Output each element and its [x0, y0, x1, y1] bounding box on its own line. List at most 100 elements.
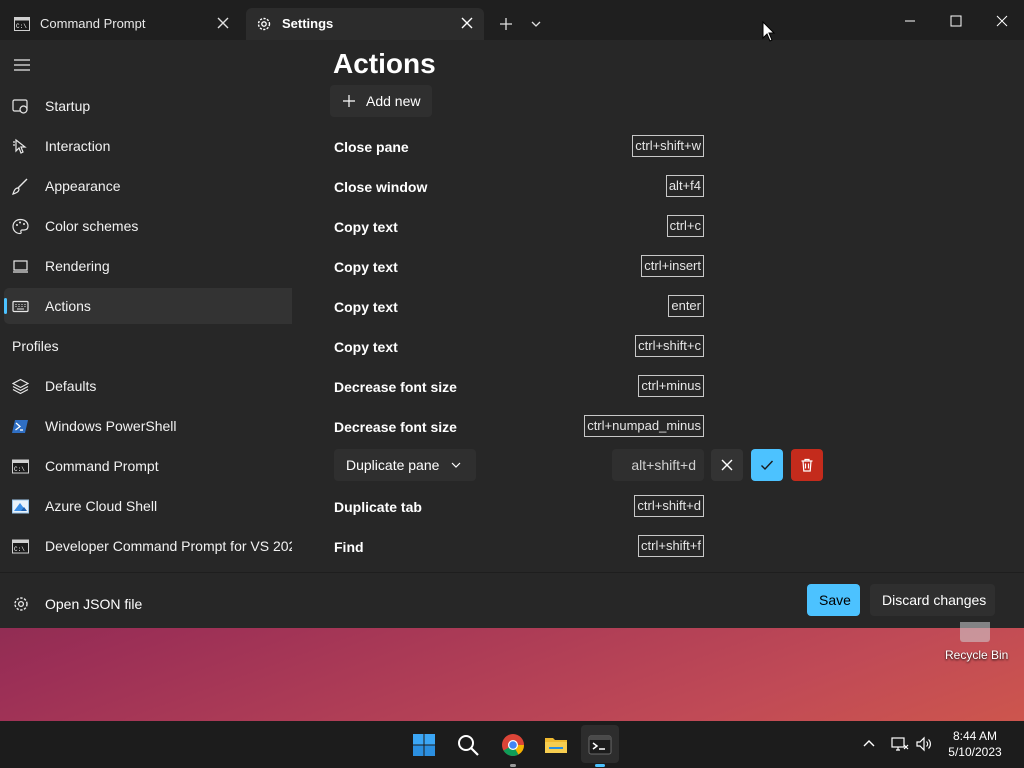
sidebar-item-developer-command-prompt[interactable]: C:\ Developer Command Prompt for VS 2022	[0, 528, 292, 564]
sidebar: Startup Interaction Appearance Color sch…	[0, 0, 292, 628]
cmd-icon: C:\	[12, 459, 29, 474]
taskbar: 8:44 AM 5/10/2023	[0, 721, 1024, 768]
action-name: Copy text	[334, 299, 398, 315]
sidebar-item-label: Appearance	[45, 178, 121, 194]
accept-edit-button[interactable]	[751, 449, 783, 481]
recycle-bin-icon	[960, 622, 990, 642]
open-json-label: Open JSON file	[45, 596, 143, 612]
network-icon[interactable]	[891, 735, 909, 753]
sidebar-item-label: Command Prompt	[45, 458, 159, 474]
keybinding: enter	[668, 295, 704, 317]
delete-action-button[interactable]	[791, 449, 823, 481]
action-name: Decrease font size	[334, 379, 457, 395]
keybinding: alt+f4	[665, 175, 704, 197]
close-window-icon[interactable]	[993, 12, 1011, 30]
gear-icon	[14, 597, 28, 611]
layers-icon	[12, 378, 29, 395]
sidebar-item-azure-cloud-shell[interactable]: Azure Cloud Shell	[0, 488, 292, 524]
running-indicator	[510, 764, 516, 767]
terminal-icon[interactable]	[588, 733, 612, 757]
sidebar-item-startup[interactable]: Startup	[0, 88, 292, 124]
recycle-bin-desktop-icon[interactable]: Recycle Bin	[940, 622, 1012, 668]
action-dropdown[interactable]: Duplicate pane	[334, 449, 476, 481]
new-tab-icon[interactable]	[498, 16, 514, 32]
keybinding: ctrl+shift+d	[634, 495, 704, 517]
chrome-icon[interactable]	[501, 733, 525, 757]
brush-icon	[12, 178, 28, 195]
keybinding: ctrl+shift+w	[632, 135, 704, 157]
cancel-edit-button[interactable]	[711, 449, 743, 481]
volume-icon[interactable]	[915, 735, 933, 753]
action-row[interactable]: Close window alt+f4	[334, 175, 704, 199]
terminal-window: C:\ Command Prompt Settings Startup Inte…	[0, 0, 1024, 628]
sidebar-item-label: Color schemes	[45, 218, 139, 234]
sidebar-item-label: Interaction	[45, 138, 111, 154]
sidebar-item-label: Developer Command Prompt for VS 2022	[45, 538, 292, 554]
clock-time: 8:44 AM	[952, 729, 998, 743]
file-explorer-icon[interactable]	[544, 733, 568, 757]
sidebar-item-label: Actions	[45, 298, 91, 314]
monitor-icon	[13, 260, 28, 273]
chevron-down-icon	[451, 462, 461, 468]
search-icon[interactable]	[456, 733, 480, 757]
action-row[interactable]: Close pane ctrl+shift+w	[334, 135, 704, 159]
action-row[interactable]: Duplicate tab ctrl+shift+d	[334, 495, 704, 519]
keybinding: ctrl+shift+f	[638, 535, 704, 557]
sidebar-item-color-schemes[interactable]: Color schemes	[0, 208, 292, 244]
add-new-button[interactable]: Add new	[330, 85, 432, 117]
checkmark-icon	[761, 460, 774, 471]
discard-changes-button[interactable]: Discard changes	[870, 584, 995, 616]
page-title: Actions	[333, 48, 436, 79]
taskbar-clock[interactable]: 8:44 AM 5/10/2023	[940, 728, 1010, 760]
close-icon	[721, 459, 733, 471]
save-button[interactable]: Save	[807, 584, 860, 616]
interaction-icon	[13, 138, 27, 154]
svg-text:C:\: C:\	[14, 466, 25, 473]
trash-icon	[801, 458, 813, 472]
sidebar-item-label: Rendering	[45, 258, 110, 274]
sidebar-item-rendering[interactable]: Rendering	[0, 248, 292, 284]
sidebar-item-label: Azure Cloud Shell	[45, 498, 158, 514]
sidebar-item-appearance[interactable]: Appearance	[0, 168, 292, 204]
clock-date: 5/10/2023	[948, 745, 1002, 759]
keybinding-input[interactable]: alt+shift+d	[612, 449, 704, 481]
save-label: Save	[819, 592, 851, 608]
chevron-down-icon[interactable]	[528, 16, 544, 32]
active-app-indicator	[595, 764, 605, 767]
palette-icon	[12, 218, 29, 235]
action-name: Duplicate tab	[334, 499, 422, 515]
action-row[interactable]: Copy text enter	[334, 295, 704, 319]
sidebar-item-label: Defaults	[45, 378, 97, 394]
action-row[interactable]: Decrease font size ctrl+minus	[334, 375, 704, 399]
action-row[interactable]: Decrease font size ctrl+numpad_minus	[334, 415, 704, 439]
discard-label: Discard changes	[882, 592, 987, 608]
sidebar-item-label: Startup	[45, 98, 91, 114]
keybinding: ctrl+c	[666, 215, 704, 237]
close-tab-icon[interactable]	[460, 16, 474, 30]
sidebar-item-defaults[interactable]: Defaults	[0, 368, 292, 404]
powershell-icon	[12, 420, 28, 433]
profiles-header: Profiles	[12, 338, 59, 354]
action-name: Copy text	[334, 259, 398, 275]
action-row[interactable]: Copy text ctrl+insert	[334, 255, 704, 279]
action-dropdown-value: Duplicate pane	[346, 457, 440, 473]
sidebar-item-actions[interactable]: Actions	[4, 288, 292, 324]
plus-icon	[343, 95, 355, 107]
action-row[interactable]: Copy text ctrl+shift+c	[334, 335, 704, 359]
sidebar-item-command-prompt[interactable]: C:\ Command Prompt	[0, 448, 292, 484]
action-name: Close window	[334, 179, 428, 195]
chevron-up-icon[interactable]	[860, 735, 878, 753]
svg-text:C:\: C:\	[14, 546, 25, 553]
keybinding: ctrl+shift+c	[635, 335, 704, 357]
maximize-icon[interactable]	[947, 12, 965, 30]
keybinding-input-value: alt+shift+d	[631, 457, 696, 473]
sidebar-item-interaction[interactable]: Interaction	[0, 128, 292, 164]
windows-start-icon[interactable]	[412, 733, 436, 757]
sidebar-item-windows-powershell[interactable]: Windows PowerShell	[0, 408, 292, 444]
cmd-icon: C:\	[12, 539, 29, 554]
action-row[interactable]: Copy text ctrl+c	[334, 215, 704, 239]
action-row[interactable]: Find ctrl+shift+f	[334, 535, 704, 559]
open-json-file-button[interactable]: Open JSON file	[0, 586, 300, 622]
startup-icon	[12, 99, 28, 114]
minimize-icon[interactable]	[901, 12, 919, 30]
